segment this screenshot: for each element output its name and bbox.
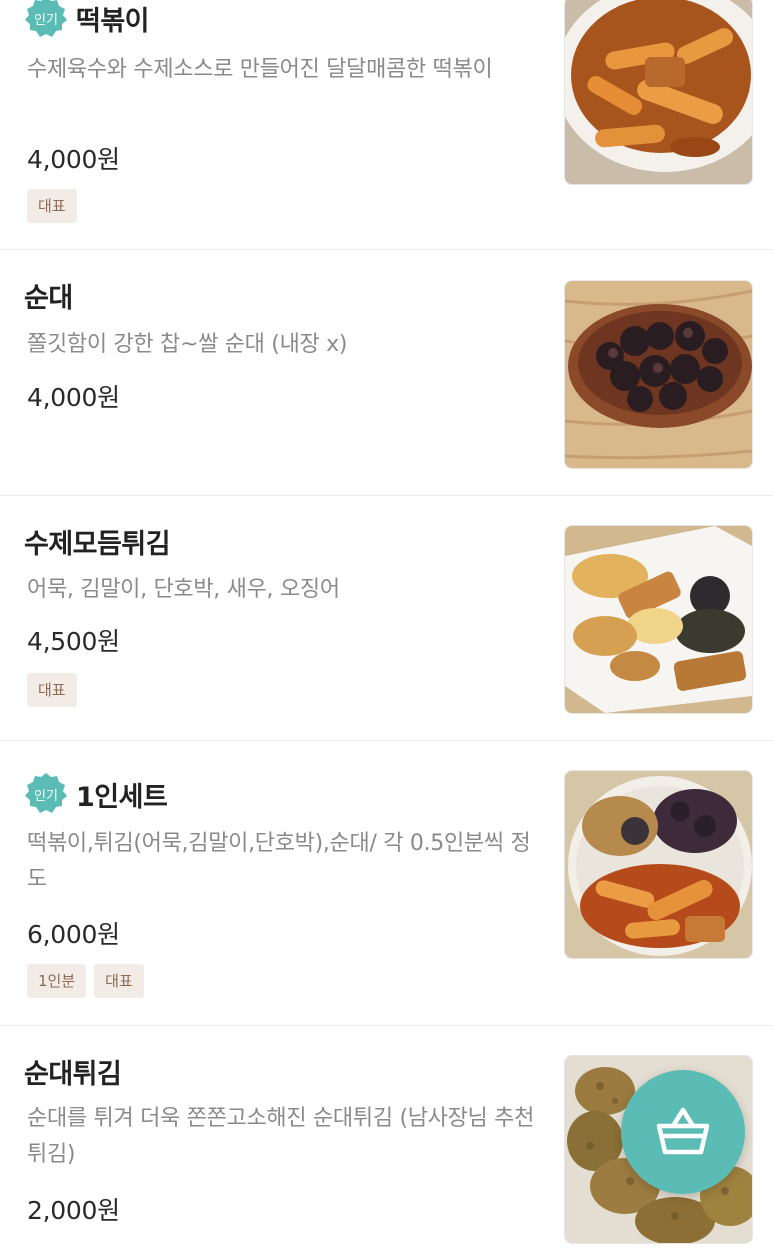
sundae-photo[interactable]	[564, 280, 753, 469]
menu-item-title-row: 인기 1인세트	[24, 772, 168, 816]
tag-signature: 대표	[94, 964, 144, 998]
menu-item-price: 4,500원	[27, 627, 120, 656]
menu-item-title-row: 순대튀김	[24, 1052, 122, 1091]
menu-item-price: 6,000원	[27, 920, 120, 949]
menu-item-title-row: 인기 떡볶이	[24, 0, 150, 40]
menu-item-price: 2,000원	[27, 1196, 120, 1225]
set-meal-photo[interactable]	[564, 770, 753, 959]
menu-item-price: 4,000원	[27, 383, 120, 412]
tag-signature: 대표	[27, 189, 77, 223]
popular-badge: 인기	[24, 0, 68, 40]
menu-item-name: 떡볶이	[76, 5, 150, 37]
menu-item-description: 순대를 튀겨 더욱 쫀쫀고소해진 순대튀김 (남사장님 추천 튀김)	[27, 1106, 535, 1167]
menu-item-single-set[interactable]: 인기 1인세트 떡볶이,튀김(어묵,김말이,단호박),순대/ 각 0.5인분씩 …	[0, 741, 773, 1026]
menu-item-tags: 대표	[27, 673, 77, 707]
tteokbokki-photo[interactable]	[564, 0, 753, 185]
popular-badge-icon: 인기	[25, 773, 67, 813]
menu-item-price: 4,000원	[27, 145, 120, 174]
menu-item-description: 수제육수와 수제소스로 만들어진 달달매콤한 떡볶이	[27, 57, 493, 82]
popular-badge-icon: 인기	[25, 0, 67, 37]
menu-item-tags: 1인분 대표	[27, 964, 144, 998]
menu-item-tags: 대표	[27, 189, 77, 223]
tag-signature: 대표	[27, 673, 77, 707]
menu-item-name: 1인세트	[76, 781, 168, 813]
tag-single-serving: 1인분	[27, 964, 87, 998]
menu-item-tteokbokki[interactable]: 인기 떡볶이 수제육수와 수제소스로 만들어진 달달매콤한 떡볶이 4,000원…	[0, 0, 773, 250]
menu-item-title-row: 순대	[24, 276, 73, 315]
menu-item-fried-mix[interactable]: 수제모듬튀김 어묵, 김말이, 단호박, 새우, 오징어 4,500원 대표	[0, 496, 773, 741]
menu-item-description: 쫄깃함이 강한 찹~쌀 순대 (내장 x)	[27, 332, 348, 357]
menu-item-name: 순대	[24, 283, 73, 314]
menu-item-description: 어묵, 김말이, 단호박, 새우, 오징어	[27, 577, 340, 602]
menu-item-title-row: 수제모듬튀김	[24, 522, 171, 561]
cart-button[interactable]	[621, 1070, 745, 1194]
popular-badge-label: 인기	[34, 789, 58, 804]
menu-item-sundae[interactable]: 순대 쫄깃함이 강한 찹~쌀 순대 (내장 x) 4,000원	[0, 250, 773, 496]
menu-item-name: 순대튀김	[24, 1059, 122, 1090]
basket-icon	[656, 1107, 710, 1155]
menu-item-description: 떡볶이,튀김(어묵,김말이,단호박),순대/ 각 0.5인분씩 정도	[27, 831, 531, 892]
popular-badge: 인기	[24, 772, 68, 816]
fried-mix-photo[interactable]	[564, 525, 753, 714]
menu-item-name: 수제모듬튀김	[24, 529, 171, 560]
popular-badge-label: 인기	[34, 13, 58, 28]
